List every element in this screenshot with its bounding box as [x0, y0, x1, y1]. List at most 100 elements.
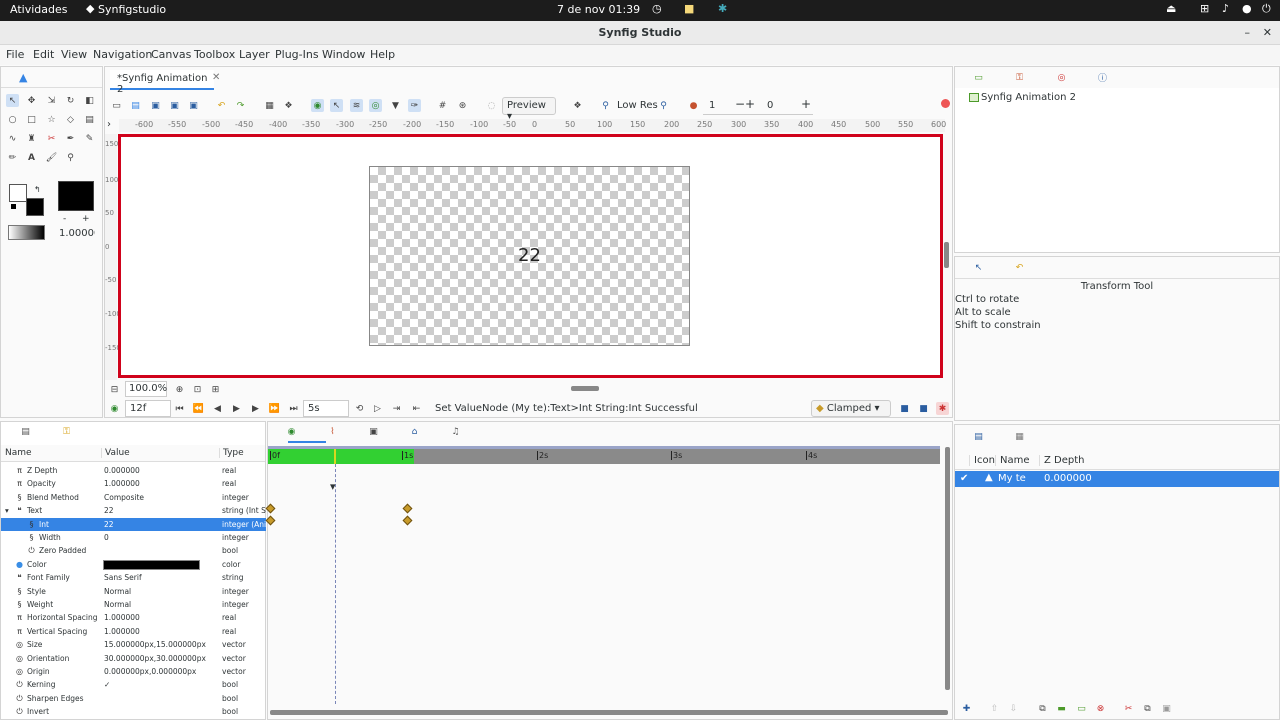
- animation-mode-icon[interactable]: ◉: [108, 402, 121, 415]
- zoom-fit-icon[interactable]: ⊡: [191, 383, 204, 396]
- sets-tab-icon[interactable]: ▦: [1013, 430, 1026, 443]
- fill-color-swatch[interactable]: [26, 198, 44, 216]
- cutout-tool-icon[interactable]: ✂: [45, 132, 58, 145]
- vertical-scrollbar[interactable]: [944, 242, 949, 268]
- param-row[interactable]: ⏻ Sharpen Edges bool: [1, 692, 266, 705]
- bounds-play-icon[interactable]: ▷: [371, 402, 384, 415]
- menu-file[interactable]: File: [6, 48, 24, 61]
- mic-icon[interactable]: ●: [1242, 2, 1252, 15]
- params-header-value[interactable]: Value: [101, 448, 130, 458]
- bone-handles-icon[interactable]: ▼: [389, 99, 402, 112]
- prev-frame-icon[interactable]: ◀: [211, 402, 224, 415]
- zoom-field[interactable]: 100.0%: [125, 381, 167, 397]
- params-header-type[interactable]: Type: [219, 448, 244, 458]
- network-icon[interactable]: ⊞: [1200, 2, 1209, 15]
- layer-active-checkbox[interactable]: ✔: [960, 473, 968, 484]
- lock-tab-icon[interactable]: ⌂: [408, 425, 421, 438]
- keyframe-waypoint[interactable]: [402, 515, 413, 526]
- zoom-out-icon[interactable]: ⊟: [108, 383, 121, 396]
- open-file-icon[interactable]: ▤: [129, 99, 142, 112]
- add-layer-icon[interactable]: ✚: [960, 702, 973, 715]
- prev-keyframe-icon[interactable]: ⏪: [192, 402, 205, 415]
- render-icon[interactable]: ▦: [263, 99, 276, 112]
- layers-header-name[interactable]: Name: [995, 455, 1030, 466]
- animation-record-icon[interactable]: ✱: [936, 402, 949, 415]
- color-swatch[interactable]: [103, 559, 200, 570]
- redo-icon[interactable]: ↷: [234, 99, 247, 112]
- param-value[interactable]: ✓: [104, 678, 110, 691]
- tool-options-tab-icon[interactable]: ↖: [972, 261, 985, 274]
- navigator-tab-icon[interactable]: ◎: [1055, 71, 1068, 84]
- clock[interactable]: 7 de nov 01:39: [557, 3, 640, 16]
- onion-past-icon[interactable]: ●: [687, 99, 700, 112]
- fill-tool-icon[interactable]: ♜: [25, 132, 38, 145]
- save-as-icon[interactable]: ▣: [168, 99, 181, 112]
- duplicate-layer-icon[interactable]: ⧉: [1036, 702, 1049, 715]
- low-res-icon[interactable]: ⚲: [599, 99, 612, 112]
- param-value[interactable]: 22: [104, 504, 114, 517]
- layer-row[interactable]: ✔ ▲ My te 0.000000: [955, 471, 1279, 487]
- volume-icon[interactable]: ♪: [1222, 2, 1229, 15]
- undo-icon[interactable]: ↶: [215, 99, 228, 112]
- param-row[interactable]: π Vertical Spacing 1.000000 real: [1, 625, 266, 638]
- seek-begin-icon[interactable]: ⏮: [173, 402, 186, 415]
- power-icon[interactable]: ⏻: [1262, 2, 1271, 16]
- zoom-tool-icon[interactable]: ⚲: [64, 151, 77, 164]
- copy-layer-icon[interactable]: ⧉: [1141, 702, 1154, 715]
- menu-edit[interactable]: Edit: [33, 48, 54, 61]
- curves-tab-icon[interactable]: ⌇: [326, 425, 339, 438]
- current-frame-field[interactable]: 12f: [125, 400, 171, 417]
- zoom-100-icon[interactable]: ⊞: [209, 383, 222, 396]
- param-row[interactable]: ⏻ Kerning ✓ bool: [1, 678, 266, 691]
- rotate-handles-icon[interactable]: ◎: [369, 99, 382, 112]
- menu-layer[interactable]: Layer: [239, 48, 270, 61]
- info-tab-icon[interactable]: ⓘ: [1096, 71, 1109, 84]
- param-value[interactable]: 0.000000px,0.000000px: [104, 665, 196, 678]
- end-time-field[interactable]: 5s: [303, 400, 349, 417]
- onion-toggle-icon[interactable]: ◉: [311, 99, 324, 112]
- keyframe-waypoint[interactable]: [265, 503, 276, 514]
- brush-tool-icon[interactable]: 🖌: [45, 151, 58, 164]
- quality-zoom-icon[interactable]: ⚲: [657, 99, 670, 112]
- past-onion-decrease[interactable]: −: [735, 97, 745, 111]
- canvas-tree-item[interactable]: Synfig Animation 2: [981, 92, 1076, 103]
- menu-plugins[interactable]: Plug-Ins: [275, 48, 319, 61]
- circle-tool-icon[interactable]: ○: [6, 113, 19, 126]
- library-tab-icon[interactable]: ⚿: [1013, 71, 1026, 84]
- menu-toolbox[interactable]: Toolbox: [194, 48, 235, 61]
- param-row[interactable]: ◎ Size 15.000000px,15.000000px vector: [1, 638, 266, 651]
- menu-window[interactable]: Window: [322, 48, 365, 61]
- transform-tool-icon[interactable]: ↖: [6, 94, 19, 107]
- param-value[interactable]: 0.000000: [104, 464, 140, 477]
- horizontal-scrollbar[interactable]: [571, 386, 599, 391]
- keyframe-lock-past-icon[interactable]: ■: [898, 402, 911, 415]
- canvas-browser-tab-icon[interactable]: ▭: [972, 71, 985, 84]
- interpolation-dropdown[interactable]: ◆ Clamped ▾: [811, 400, 891, 417]
- param-row[interactable]: ⏻ Invert bool: [1, 705, 266, 718]
- eyedrop-tool-icon[interactable]: ✒: [64, 132, 77, 145]
- note-icon[interactable]: ■: [684, 2, 694, 15]
- seek-end-icon[interactable]: ⏭: [287, 402, 300, 415]
- param-value[interactable]: Sans Serif: [104, 571, 142, 584]
- polygon-tool-icon[interactable]: ◇: [64, 113, 77, 126]
- next-keyframe-icon[interactable]: ⏩: [268, 402, 281, 415]
- past-onion-increase[interactable]: +: [745, 97, 755, 111]
- param-row[interactable]: § Int 22 integer (Anim: [1, 517, 266, 531]
- save-all-icon[interactable]: ▣: [187, 99, 200, 112]
- brush-size-preview[interactable]: [58, 181, 94, 211]
- expander-icon[interactable]: ▾: [5, 504, 9, 517]
- keyframe-waypoint[interactable]: [265, 515, 276, 526]
- param-row[interactable]: ● Color color: [1, 558, 266, 571]
- param-value[interactable]: 22: [104, 518, 114, 531]
- rotate-tool-icon[interactable]: ↻: [64, 94, 77, 107]
- params-header-name[interactable]: Name: [5, 448, 32, 458]
- param-row[interactable]: ⏻ Zero Padded bool: [1, 544, 266, 557]
- width-handles-icon[interactable]: ✑: [408, 99, 421, 112]
- sound-tab-icon[interactable]: ♫: [449, 425, 462, 438]
- mirror-tool-icon[interactable]: ◧: [83, 94, 96, 107]
- app-menu[interactable]: Synfigstudio: [98, 3, 166, 16]
- raise-layer-icon[interactable]: ⇧: [988, 702, 1001, 715]
- param-row[interactable]: π Z Depth 0.000000 real: [1, 464, 266, 477]
- loop-icon[interactable]: ⟲: [353, 402, 366, 415]
- eject-icon[interactable]: ⏏: [1166, 2, 1176, 15]
